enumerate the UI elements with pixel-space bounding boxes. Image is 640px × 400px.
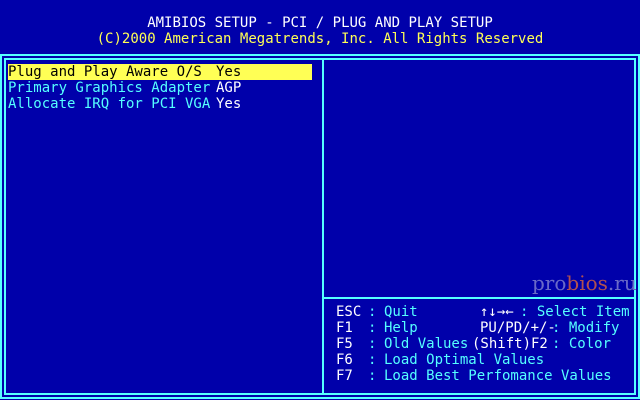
help-key2: ↑↓→← (480, 304, 514, 320)
frame-right-inner (634, 58, 636, 395)
help-desc2: : Modify (552, 320, 620, 336)
help-separator: : (368, 304, 377, 320)
frame-top-outer (0, 54, 640, 56)
bios-screen: AMIBIOS SETUP - PCI / PLUG AND PLAY SETU… (0, 0, 640, 400)
watermark-prefix: pro (532, 271, 567, 295)
watermark-accent: bios (566, 271, 608, 295)
help-key: F5 (336, 336, 353, 352)
help-key: F1 (336, 320, 353, 336)
help-desc: Help (384, 320, 418, 336)
option-label: Plug and Play Aware O/S (8, 64, 202, 80)
help-desc: Load Best Perfomance Values (384, 368, 612, 384)
help-desc: Load Optimal Values (384, 352, 545, 368)
help-desc2: : Select Item (520, 304, 630, 320)
watermark-suffix: .ru (607, 271, 637, 295)
help-key2: (Shift)F2 (472, 336, 548, 352)
help-separator: : (368, 368, 377, 384)
option-label: Primary Graphics Adapter (8, 80, 211, 96)
option-value[interactable]: AGP (216, 80, 241, 96)
help-key: ESC (336, 304, 362, 320)
help-divider (324, 297, 634, 299)
option-value[interactable]: Yes (216, 64, 241, 80)
help-row: F7 : Load Best Perfomance Values (336, 368, 632, 384)
frame-top-inner (4, 58, 636, 60)
help-desc: Old Values (384, 336, 469, 352)
watermark-logo: probios.ru (532, 272, 637, 294)
help-keys: ESC : Quit ↑↓→← : Select Item F1 : Help … (336, 304, 632, 384)
page-title: AMIBIOS SETUP - PCI / PLUG AND PLAY SETU… (147, 15, 493, 31)
options-list: Plug and Play Aware O/S Yes Primary Grap… (8, 64, 312, 112)
help-key: F6 (336, 352, 353, 368)
frame-bottom-outer (0, 397, 640, 399)
frame-left-outer (0, 54, 2, 399)
help-desc: Quit (384, 304, 418, 320)
frame-left-inner (4, 58, 6, 395)
option-value[interactable]: Yes (216, 96, 241, 112)
help-separator: : (368, 352, 377, 368)
frame-bottom-inner (4, 393, 636, 395)
help-row: ESC : Quit ↑↓→← : Select Item (336, 304, 632, 320)
option-label: Allocate IRQ for PCI VGA (8, 96, 211, 112)
help-row: F5 : Old Values (Shift)F2 : Color (336, 336, 632, 352)
panel-divider (322, 58, 324, 395)
help-key2: PU/PD/+/- (480, 320, 556, 336)
option-primary-graphics-adapter[interactable]: Primary Graphics Adapter AGP (8, 80, 312, 96)
help-separator: : (368, 336, 377, 352)
copyright-line: (C)2000 American Megatrends, Inc. All Ri… (96, 31, 544, 47)
option-allocate-irq-pci-vga[interactable]: Allocate IRQ for PCI VGA Yes (8, 96, 312, 112)
help-desc2: : Color (552, 336, 612, 352)
help-row: F6 : Load Optimal Values (336, 352, 632, 368)
help-key: F7 (336, 368, 353, 384)
help-separator: : (368, 320, 377, 336)
option-pnp-aware-os[interactable]: Plug and Play Aware O/S Yes (8, 64, 312, 80)
help-row: F1 : Help PU/PD/+/- : Modify (336, 320, 632, 336)
